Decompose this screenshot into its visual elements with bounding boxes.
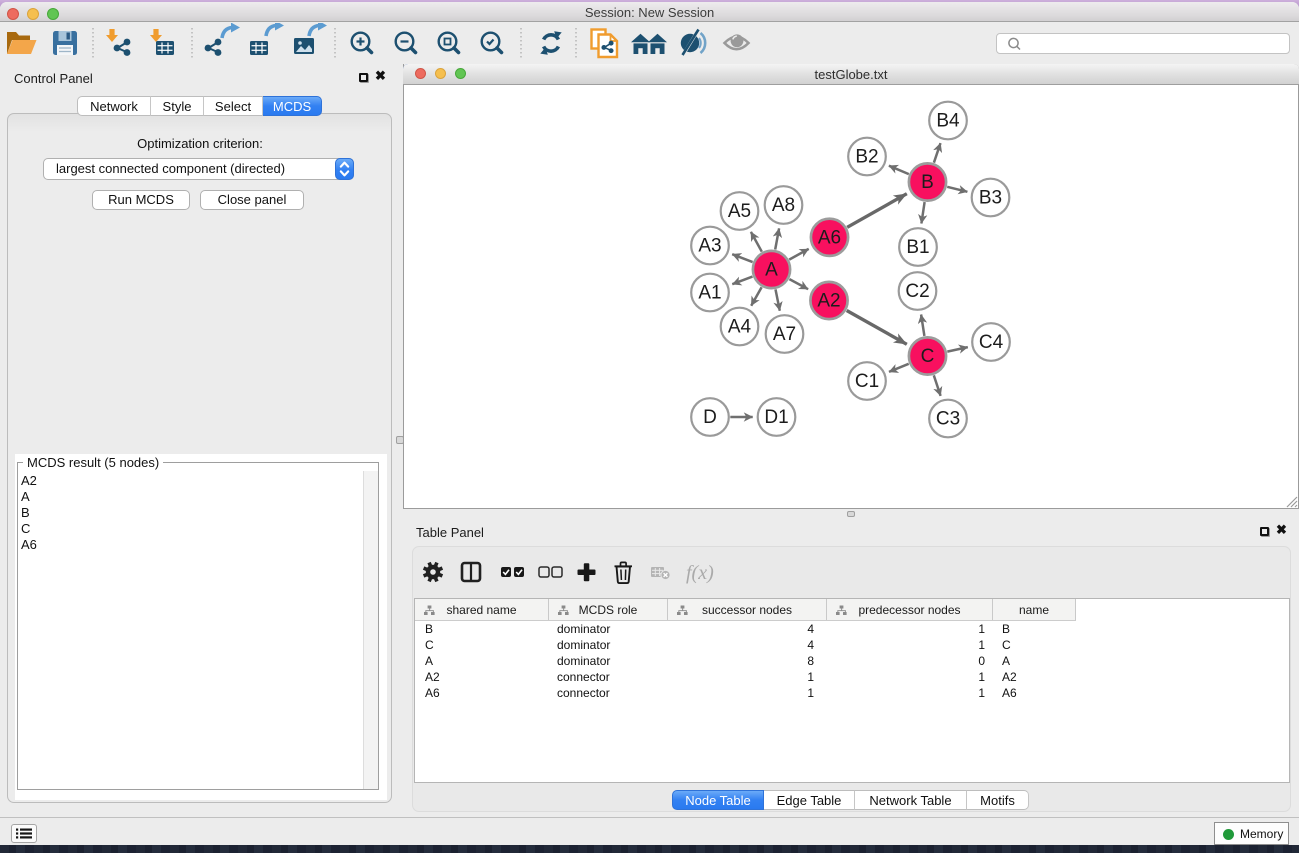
- svg-text:f(x): f(x): [686, 562, 714, 584]
- svg-text:D: D: [703, 407, 717, 428]
- svg-text:C1: C1: [855, 371, 879, 392]
- svg-text:B1: B1: [906, 237, 929, 258]
- svg-text:C4: C4: [979, 332, 1004, 353]
- svg-text:B4: B4: [936, 111, 960, 132]
- svg-text:B2: B2: [855, 147, 878, 168]
- svg-text:B: B: [921, 172, 934, 193]
- svg-text:A6: A6: [818, 227, 841, 248]
- svg-text:A2: A2: [817, 291, 840, 312]
- svg-text:A5: A5: [728, 201, 751, 222]
- svg-text:A4: A4: [728, 317, 752, 338]
- svg-text:C2: C2: [905, 281, 929, 302]
- svg-text:A7: A7: [773, 324, 796, 345]
- svg-text:D1: D1: [764, 407, 788, 428]
- svg-text:A3: A3: [698, 236, 721, 257]
- svg-text:C: C: [921, 346, 935, 367]
- svg-text:A: A: [765, 260, 778, 281]
- svg-text:B3: B3: [979, 188, 1002, 209]
- svg-text:C3: C3: [936, 409, 960, 430]
- svg-text:A8: A8: [772, 195, 795, 216]
- svg-text:A1: A1: [698, 283, 721, 304]
